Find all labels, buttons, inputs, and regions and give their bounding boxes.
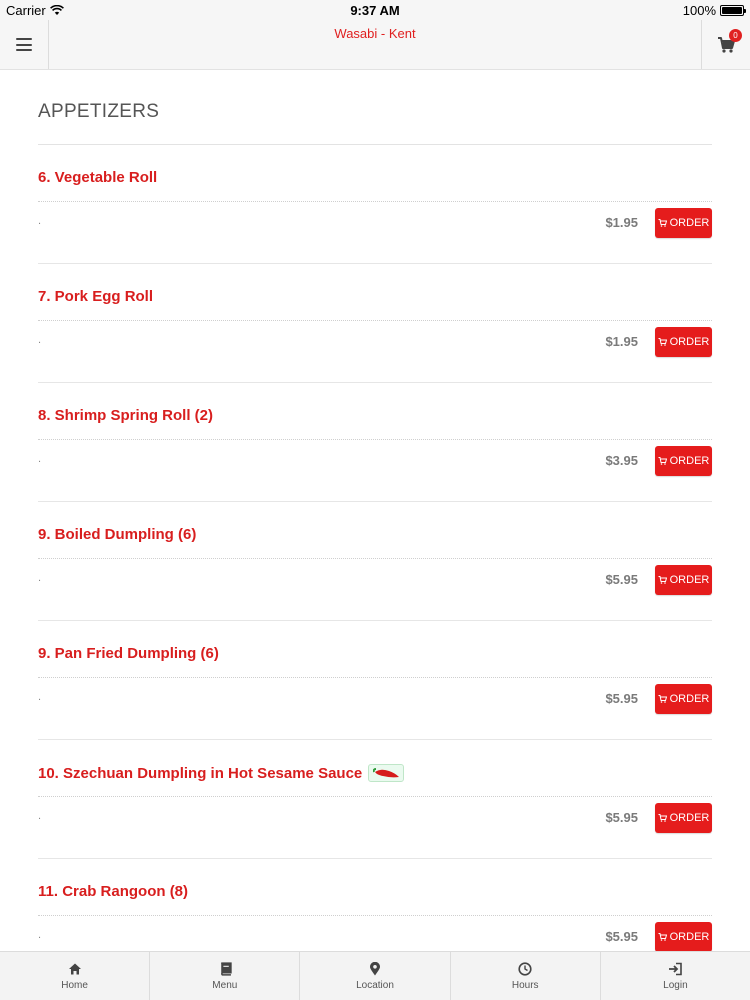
menu-item: 9. Boiled Dumpling (6) . $5.95 ORDER: [38, 502, 712, 621]
cart-button[interactable]: 0: [701, 20, 750, 69]
menu-item-price: $5.95: [605, 810, 638, 825]
status-right: 100%: [682, 3, 746, 18]
map-pin-icon: [370, 961, 380, 975]
menu-item-description: .: [38, 691, 42, 703]
menu-item: 11. Crab Rangoon (8) . $5.95 ORDER: [38, 859, 712, 951]
cart-icon: [658, 576, 667, 584]
cart-count-badge: 0: [729, 28, 742, 42]
clock-icon: [518, 961, 532, 976]
menu-button[interactable]: [0, 20, 49, 69]
tab-label: Location: [356, 979, 394, 991]
order-label: ORDER: [669, 931, 710, 943]
tab-home[interactable]: Home: [0, 952, 151, 1000]
order-button[interactable]: ORDER: [655, 684, 712, 714]
dotted-divider: [38, 915, 712, 916]
dotted-divider: [38, 796, 712, 797]
menu-item-list: 6. Vegetable Roll . $1.95 ORDER 7. Pork …: [38, 145, 712, 951]
menu-item-name[interactable]: 7. Pork Egg Roll: [38, 288, 153, 305]
battery-percent: 100%: [682, 3, 716, 18]
book-icon: [220, 961, 232, 976]
cart-icon: [658, 695, 667, 703]
page-title: Wasabi - Kent: [334, 26, 416, 41]
order-button[interactable]: ORDER: [655, 208, 712, 238]
dotted-divider: [38, 201, 712, 202]
order-label: ORDER: [669, 812, 710, 824]
menu-item-name[interactable]: 10. Szechuan Dumpling in Hot Sesame Sauc…: [38, 764, 405, 782]
tab-label: Hours: [511, 979, 539, 991]
order-label: ORDER: [669, 217, 710, 229]
order-button[interactable]: ORDER: [655, 803, 712, 833]
order-label: ORDER: [669, 455, 710, 467]
order-button[interactable]: ORDER: [655, 922, 712, 951]
menu-item-name[interactable]: 6. Vegetable Roll: [38, 169, 157, 186]
menu-item: 6. Vegetable Roll . $1.95 ORDER: [38, 145, 712, 264]
menu-item-description: .: [38, 810, 42, 822]
menu-content[interactable]: APPETIZERS 6. Vegetable Roll . $1.95 ORD…: [0, 71, 750, 951]
order-button[interactable]: ORDER: [655, 327, 712, 357]
order-label: ORDER: [669, 693, 710, 705]
tab-menu[interactable]: Menu: [150, 952, 301, 1000]
menu-item-name[interactable]: 9. Boiled Dumpling (6): [38, 526, 196, 543]
menu-item-price: $3.95: [605, 453, 638, 468]
menu-item-description: .: [38, 215, 42, 227]
menu-item: 7. Pork Egg Roll . $1.95 ORDER: [38, 264, 712, 383]
tab-label: Home: [61, 979, 88, 991]
menu-item-description: .: [38, 453, 42, 465]
tab-label: Login: [663, 979, 688, 991]
order-button[interactable]: ORDER: [655, 565, 712, 595]
menu-item-price: $5.95: [605, 929, 638, 944]
menu-item-description: .: [38, 929, 42, 941]
order-label: ORDER: [669, 574, 710, 586]
menu-item: 10. Szechuan Dumpling in Hot Sesame Sauc…: [38, 740, 712, 859]
tab-label: Menu: [212, 979, 238, 991]
section-title: APPETIZERS: [38, 101, 160, 122]
menu-item-name[interactable]: 9. Pan Fried Dumpling (6): [38, 645, 219, 662]
battery-icon: [720, 5, 746, 16]
order-button[interactable]: ORDER: [655, 446, 712, 476]
tab-login[interactable]: Login: [601, 952, 750, 1000]
status-time: 9:37 AM: [350, 3, 400, 18]
dotted-divider: [38, 439, 712, 440]
login-icon: [669, 962, 683, 975]
menu-item: 8. Shrimp Spring Roll (2) . $3.95 ORDER: [38, 383, 712, 502]
menu-item-description: .: [38, 572, 42, 584]
menu-item: 9. Pan Fried Dumpling (6) . $5.95 ORDER: [38, 621, 712, 740]
tab-hours[interactable]: Hours: [451, 952, 601, 1000]
dotted-divider: [38, 320, 712, 321]
menu-item-description: .: [38, 334, 42, 346]
cart-icon: [658, 338, 667, 346]
dotted-divider: [38, 558, 712, 559]
menu-item-price: $5.95: [605, 572, 638, 587]
order-label: ORDER: [669, 336, 710, 348]
tab-location[interactable]: Location: [300, 952, 451, 1000]
hamburger-icon: [16, 38, 32, 51]
nav-bar: Wasabi - Kent 0: [0, 20, 750, 70]
menu-item-price: $5.95: [605, 691, 638, 706]
cart-icon: [658, 933, 667, 941]
chili-pepper-icon: [368, 764, 405, 782]
bottom-tab-bar: Home Menu Location Hours Login: [0, 951, 750, 1000]
cart-icon: [658, 457, 667, 465]
menu-item-name[interactable]: 8. Shrimp Spring Roll (2): [38, 407, 213, 424]
menu-item-price: $1.95: [605, 334, 638, 349]
home-icon: [68, 963, 81, 974]
cart-icon: [658, 814, 667, 822]
dotted-divider: [38, 677, 712, 678]
cart-icon: [658, 219, 667, 227]
menu-item-price: $1.95: [605, 215, 638, 230]
menu-item-name[interactable]: 11. Crab Rangoon (8): [38, 883, 188, 900]
status-bar: Carrier 9:37 AM 100%: [0, 0, 750, 20]
